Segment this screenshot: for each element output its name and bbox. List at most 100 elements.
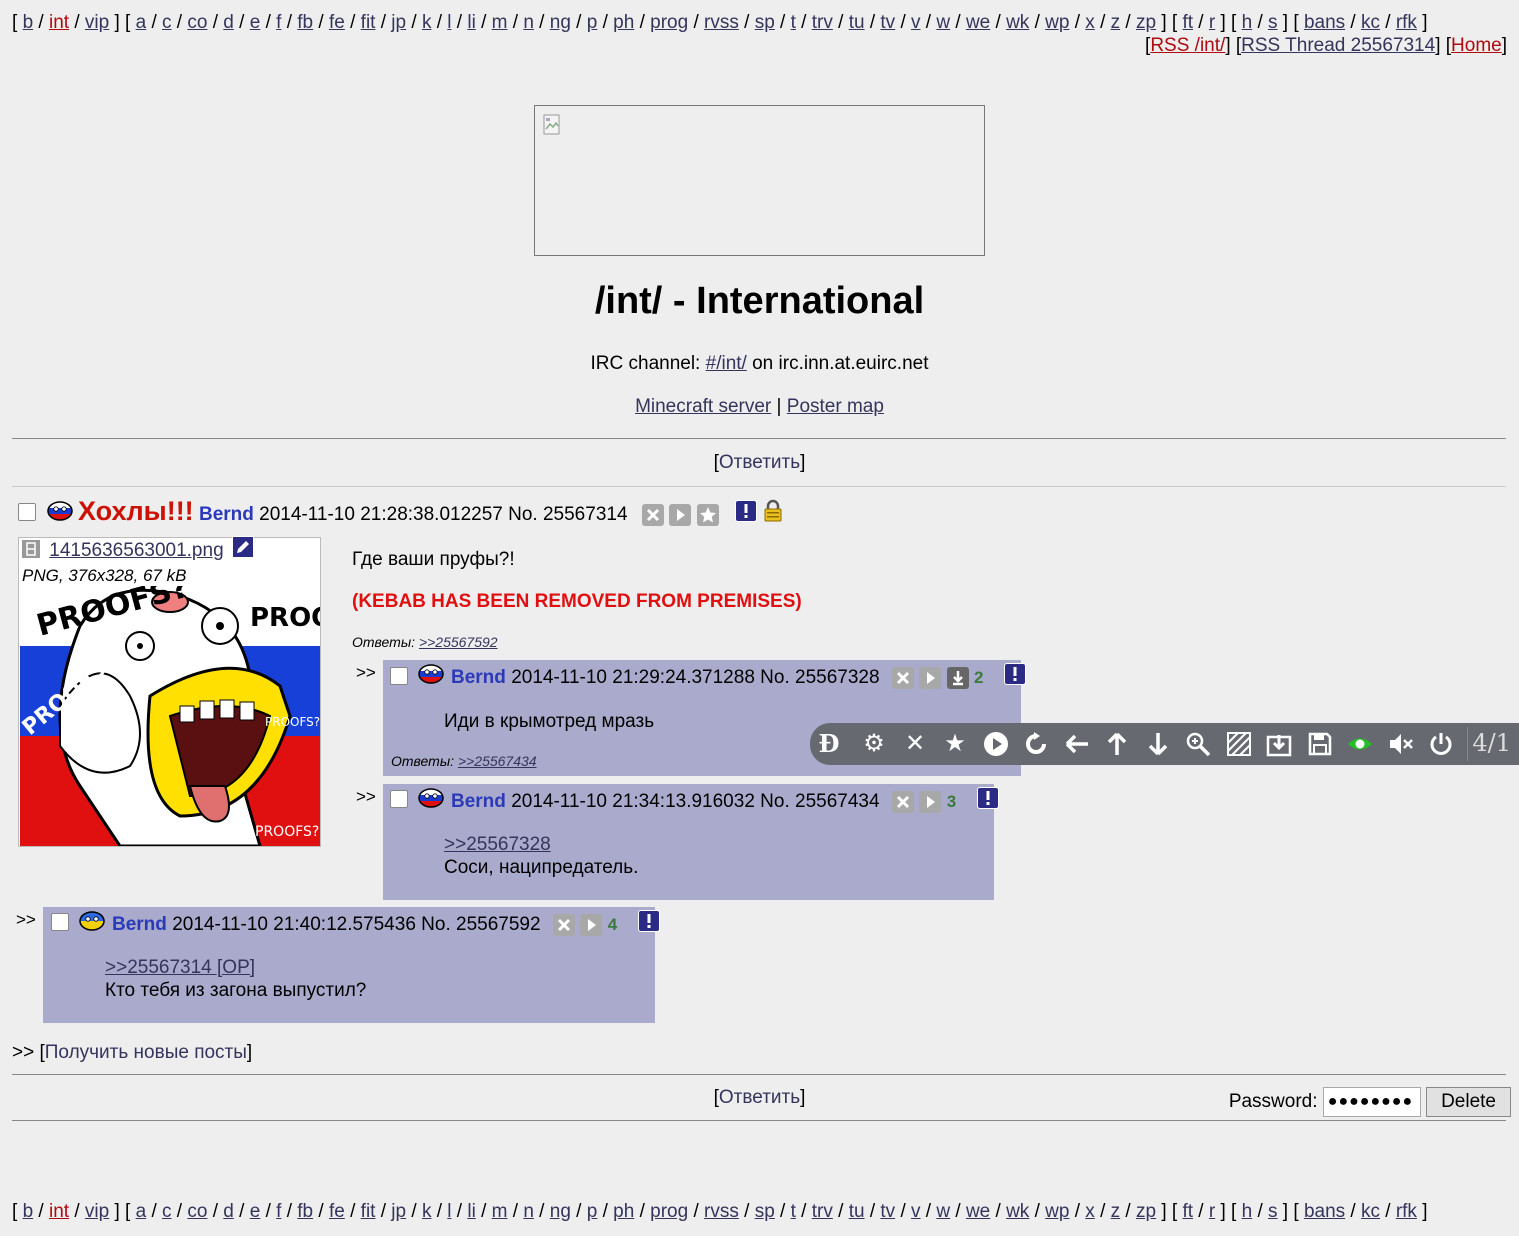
expand-icon[interactable]: [580, 914, 603, 936]
power-icon[interactable]: [1428, 731, 1454, 757]
zoom-icon[interactable]: [1185, 731, 1211, 757]
de-logo-icon[interactable]: Ɖ: [816, 731, 842, 757]
board-link-w[interactable]: w: [936, 1201, 950, 1222]
board-link-k[interactable]: k: [422, 12, 432, 33]
board-link-p[interactable]: p: [587, 1201, 598, 1222]
op-image-thumbnail[interactable]: PROOFS? PROOFS? PROOFS? PROOFS? PROOFS?: [20, 586, 320, 846]
board-link-w[interactable]: w: [936, 12, 950, 33]
board-link-l[interactable]: l: [447, 12, 451, 33]
hide-icon[interactable]: [892, 791, 915, 813]
file-name-link[interactable]: 1415636563001.png: [49, 540, 223, 561]
board-link-wk[interactable]: wk: [1006, 12, 1029, 33]
board-link-s[interactable]: s: [1268, 12, 1278, 33]
arrow-down-icon[interactable]: [1145, 731, 1171, 757]
board-link-l[interactable]: l: [447, 1201, 451, 1222]
hide-icon[interactable]: [553, 914, 576, 936]
board-link-fe[interactable]: fe: [329, 1201, 345, 1222]
board-link-t[interactable]: t: [791, 1201, 796, 1222]
arrow-left-icon[interactable]: [1064, 731, 1090, 757]
board-link-r[interactable]: r: [1209, 12, 1215, 33]
board-link-bans[interactable]: bans: [1304, 12, 1345, 33]
save-icon[interactable]: [1307, 731, 1333, 757]
board-link-rvss[interactable]: rvss: [704, 12, 739, 33]
reply-quote-link[interactable]: >>25567314 [OP]: [105, 957, 255, 979]
expand-icon[interactable]: [669, 503, 692, 526]
board-link-fe[interactable]: fe: [329, 12, 345, 33]
board-link-li[interactable]: li: [467, 1201, 475, 1222]
post-checkbox[interactable]: [390, 667, 408, 685]
reply-quote-link[interactable]: >>25567328: [444, 834, 551, 856]
board-link-prog[interactable]: prog: [650, 12, 688, 33]
close-icon[interactable]: ✕: [902, 731, 928, 757]
answers-link[interactable]: >>25567592: [419, 634, 498, 650]
expand-icon[interactable]: [919, 667, 942, 689]
play-icon[interactable]: [983, 731, 1009, 757]
board-link-h[interactable]: h: [1242, 12, 1253, 33]
board-link-sp[interactable]: sp: [755, 12, 775, 33]
board-link-a[interactable]: a: [136, 12, 147, 33]
board-link-fit[interactable]: fit: [361, 12, 376, 33]
board-link-jp[interactable]: jp: [391, 1201, 406, 1222]
board-link-co[interactable]: co: [187, 1201, 207, 1222]
board-link-h[interactable]: h: [1242, 1201, 1253, 1222]
hatch-icon[interactable]: [1226, 731, 1252, 757]
board-link-m[interactable]: m: [492, 1201, 508, 1222]
board-link-c[interactable]: c: [162, 1201, 172, 1222]
post-number[interactable]: No. 25567592: [421, 914, 540, 935]
answers-link[interactable]: >>25567434: [458, 753, 537, 769]
board-link-ng[interactable]: ng: [550, 12, 571, 33]
gear-icon[interactable]: ⚙: [861, 731, 887, 757]
board-link-r[interactable]: r: [1209, 1201, 1215, 1222]
board-link-x[interactable]: x: [1085, 12, 1095, 33]
board-link-fit[interactable]: fit: [361, 1201, 376, 1222]
board-link-ng[interactable]: ng: [550, 1201, 571, 1222]
banner-image[interactable]: [534, 105, 985, 256]
hide-icon[interactable]: [642, 503, 665, 526]
board-link-fb[interactable]: fb: [297, 12, 313, 33]
board-link-z[interactable]: z: [1111, 12, 1121, 33]
board-link-int[interactable]: int: [49, 12, 69, 33]
board-link-li[interactable]: li: [467, 12, 475, 33]
board-link-sp[interactable]: sp: [755, 1201, 775, 1222]
download-icon[interactable]: [946, 667, 969, 689]
rss-thread-link[interactable]: RSS Thread 25567314: [1241, 35, 1435, 56]
board-link-zp[interactable]: zp: [1136, 1201, 1156, 1222]
post-checkbox[interactable]: [390, 790, 408, 808]
star-icon[interactable]: [696, 503, 719, 526]
password-input[interactable]: ●●●●●●●●: [1322, 1087, 1421, 1117]
post-number[interactable]: No. 25567434: [760, 791, 879, 812]
board-link-fb[interactable]: fb: [297, 1201, 313, 1222]
board-link-n[interactable]: n: [523, 1201, 534, 1222]
board-link-tu[interactable]: tu: [849, 12, 865, 33]
board-link-kc[interactable]: kc: [1361, 12, 1380, 33]
reply-button-bottom[interactable]: Ответить: [719, 1087, 800, 1108]
report-icon[interactable]: [1004, 663, 1026, 685]
board-link-e[interactable]: e: [250, 12, 261, 33]
edit-image-icon[interactable]: [231, 536, 254, 558]
board-link-vip[interactable]: vip: [85, 1201, 109, 1222]
download-icon[interactable]: [1266, 731, 1292, 757]
board-link-z[interactable]: z: [1111, 1201, 1121, 1222]
expand-icon[interactable]: [919, 791, 942, 813]
board-link-tv[interactable]: tv: [880, 12, 895, 33]
board-link-t[interactable]: t: [791, 12, 796, 33]
board-link-ft[interactable]: ft: [1182, 1201, 1193, 1222]
board-link-ph[interactable]: ph: [613, 12, 634, 33]
refresh-icon[interactable]: [1023, 731, 1049, 757]
board-link-f[interactable]: f: [276, 12, 281, 33]
board-link-we[interactable]: we: [966, 1201, 990, 1222]
board-link-wp[interactable]: wp: [1045, 1201, 1069, 1222]
board-link-co[interactable]: co: [187, 12, 207, 33]
board-link-kc[interactable]: kc: [1361, 1201, 1380, 1222]
board-link-e[interactable]: e: [250, 1201, 261, 1222]
arrow-up-icon[interactable]: [1104, 731, 1130, 757]
hide-icon[interactable]: [892, 667, 915, 689]
board-link-prog[interactable]: prog: [650, 1201, 688, 1222]
board-link-b[interactable]: b: [23, 12, 34, 33]
report-icon[interactable]: [637, 910, 660, 932]
board-link-jp[interactable]: jp: [391, 12, 406, 33]
board-link-b[interactable]: b: [23, 1201, 34, 1222]
board-link-trv[interactable]: trv: [812, 1201, 833, 1222]
reply-button-top[interactable]: Ответить: [719, 452, 800, 473]
board-link-s[interactable]: s: [1268, 1201, 1278, 1222]
